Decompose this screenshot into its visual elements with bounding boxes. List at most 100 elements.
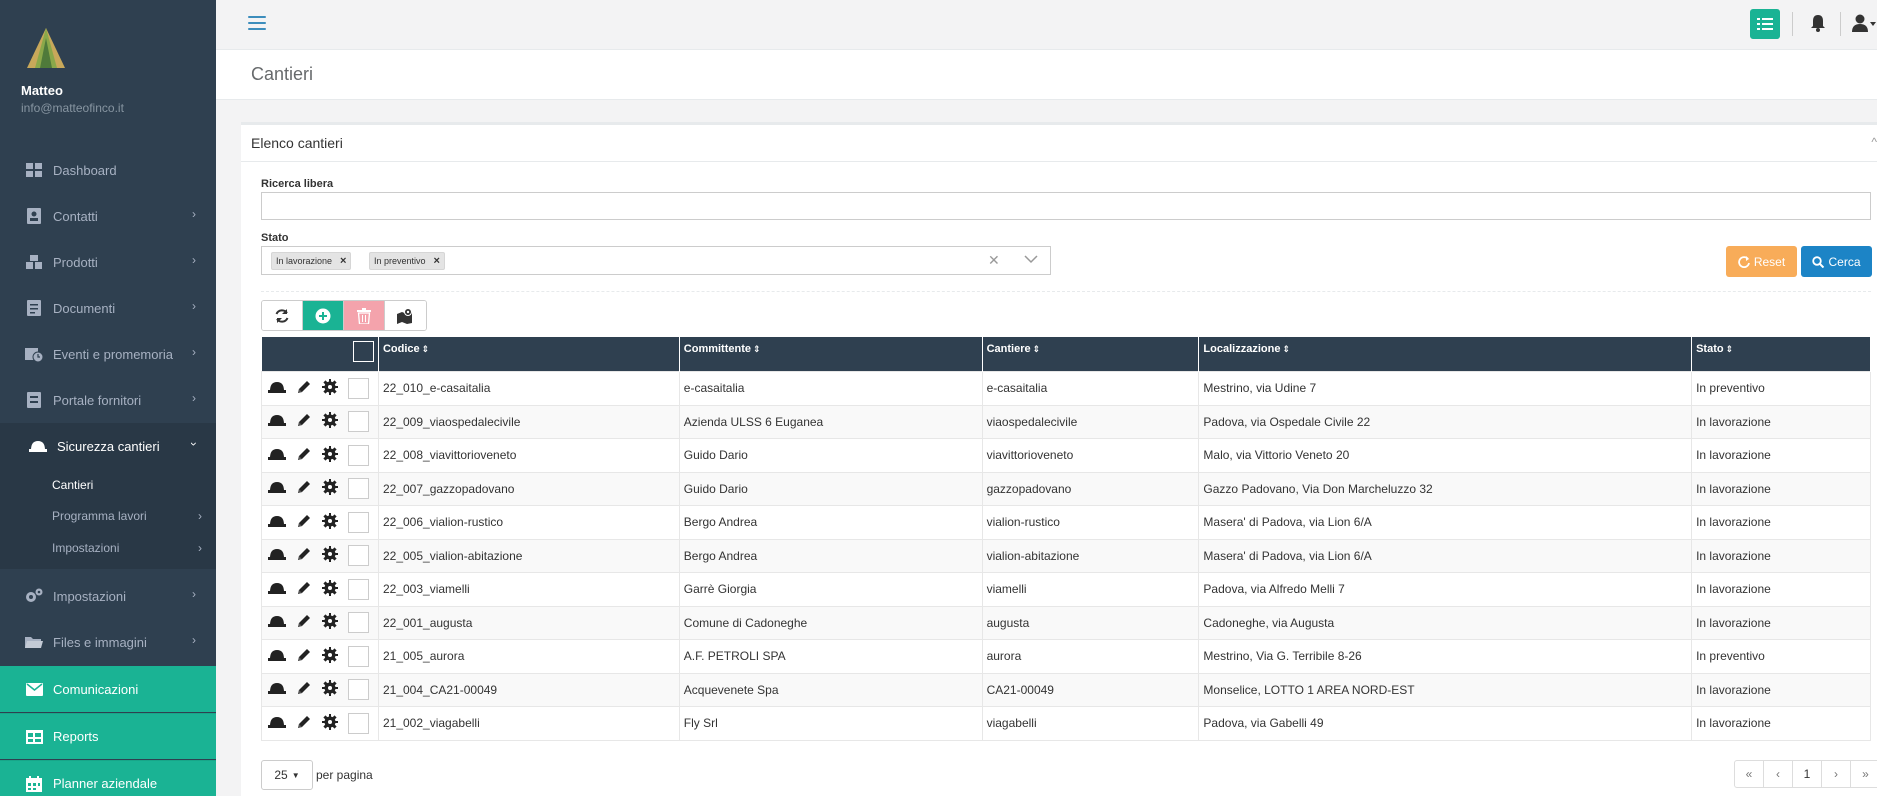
chevron-down-icon[interactable] [1024,253,1038,267]
nav-files[interactable]: Files e immagini › [0,619,216,665]
header-stato[interactable]: Stato ⇕ [1691,337,1871,372]
nav-impostazioni[interactable]: Impostazioni › [0,573,216,619]
gear-icon[interactable] [322,512,338,532]
nav-prodotti[interactable]: Prodotti › [0,239,216,285]
helmet-icon[interactable] [268,649,286,664]
page-title: Cantieri [251,64,314,84]
row-checkbox[interactable] [348,712,369,734]
page-size-select[interactable]: 25 ▼ [261,760,313,790]
gear-icon[interactable] [322,546,338,565]
edit-icon[interactable] [296,446,312,465]
gear-icon[interactable] [322,680,338,699]
nav-dashboard[interactable]: Dashboard [0,147,216,193]
edit-icon[interactable] [296,580,312,599]
header-committente[interactable]: Committente ⇕ [679,337,983,372]
reset-button[interactable]: Reset [1726,246,1797,277]
first-page-button[interactable]: « [1735,761,1764,787]
cell-codice: 22_006_vialion-rustico [377,505,680,540]
nav-sicurezza-cantieri[interactable]: Sicurezza cantieri › [0,423,216,469]
stato-select[interactable]: In lavorazione × In preventivo × ✕ [261,246,1051,275]
row-checkbox[interactable] [348,545,369,567]
remove-tag-icon[interactable]: × [434,255,440,267]
nav-portale[interactable]: Portale fornitori › [0,377,216,423]
edit-icon[interactable] [296,613,312,632]
helmet-icon[interactable] [268,682,286,697]
helmet-icon[interactable] [268,481,286,496]
bell-icon[interactable] [1810,14,1826,35]
row-checkbox[interactable] [348,578,369,600]
edit-icon[interactable] [296,412,312,431]
nav-comunicazioni[interactable]: Comunicazioni [0,666,216,712]
helmet-icon[interactable] [268,381,286,396]
sub-item-programma-lavori[interactable]: Programma lavori › [52,509,202,523]
row-checkbox[interactable] [348,377,369,399]
row-checkbox[interactable] [348,679,369,701]
row-checkbox[interactable] [348,444,369,466]
edit-icon[interactable] [296,546,312,565]
collapse-icon[interactable]: ^ [1871,135,1877,149]
menu-toggle-icon[interactable] [248,16,266,32]
prev-page-button[interactable]: ‹ [1764,761,1793,787]
edit-icon[interactable] [296,513,312,532]
cell-stato: In lavorazione [1691,438,1871,473]
nav-documenti[interactable]: Documenti › [0,285,216,331]
nav-eventi[interactable]: Eventi e promemoria › [0,331,216,377]
edit-icon[interactable] [296,647,312,666]
nav-reports[interactable]: Reports [0,713,216,759]
gear-icon[interactable] [322,378,338,398]
refresh-button[interactable] [262,301,303,330]
page-heading: Cantieri [216,50,1877,100]
edit-icon[interactable] [296,479,312,498]
sub-item-impostazioni[interactable]: Impostazioni › [52,541,202,555]
nav-label: Comunicazioni [53,681,139,697]
gear-icon[interactable] [322,412,338,431]
search-input[interactable] [261,192,1871,220]
select-all-checkbox[interactable] [352,341,374,362]
gear-icon[interactable] [322,579,338,599]
add-button[interactable] [303,301,344,330]
next-page-button[interactable]: › [1822,761,1851,787]
cerca-button[interactable]: Cerca [1801,246,1872,277]
nav-contatti[interactable]: Contatti › [0,193,216,239]
helmet-icon[interactable] [268,414,286,429]
chevron-right-icon: › [192,345,196,359]
last-page-button[interactable]: » [1851,761,1877,787]
helmet-icon[interactable] [268,716,286,731]
gear-icon[interactable] [322,479,338,498]
tasks-icon[interactable] [1750,9,1780,39]
gear-icon[interactable] [322,646,338,666]
header-codice[interactable]: Codice ⇕ [378,337,680,372]
nav-planner[interactable]: Planner aziendale [0,760,216,796]
helmet-icon[interactable] [268,582,286,597]
row-checkbox[interactable] [348,411,369,433]
edit-icon[interactable] [296,379,312,398]
remove-tag-icon[interactable]: × [340,255,346,267]
gear-icon[interactable] [322,713,338,733]
row-checkbox[interactable] [348,478,369,500]
row-checkbox[interactable] [348,645,369,667]
clear-icon[interactable]: ✕ [988,252,1000,269]
map-button[interactable] [385,301,426,330]
edit-icon[interactable] [296,680,312,699]
helmet-icon[interactable] [268,548,286,563]
cell-cantiere: viaospedalecivile [981,404,1200,439]
cell-localizzazione: Monselice, LOTTO 1 AREA NORD-EST [1198,672,1693,707]
delete-button[interactable] [344,301,385,330]
gear-icon[interactable] [322,445,338,465]
header-cantiere[interactable]: Cantiere ⇕ [982,337,1200,372]
row-checkbox[interactable] [348,612,369,634]
helmet-icon[interactable] [268,448,286,463]
user-menu-icon[interactable] [1852,14,1876,35]
helmet-icon[interactable] [268,515,286,530]
cell-localizzazione: Masera' di Padova, via Lion 6/A [1198,505,1693,540]
helmet-icon[interactable] [268,615,286,630]
pg-label: 1 [1803,767,1811,781]
header-localizzazione[interactable]: Localizzazione ⇕ [1198,337,1693,372]
row-actions [261,538,379,573]
page-1-button[interactable]: 1 [1793,761,1822,787]
edit-icon[interactable] [296,714,312,733]
sub-item-cantieri[interactable]: Cantieri [52,478,93,492]
gear-icon[interactable] [322,613,338,632]
cell-stato: In lavorazione [1691,605,1871,640]
row-checkbox[interactable] [348,511,369,533]
